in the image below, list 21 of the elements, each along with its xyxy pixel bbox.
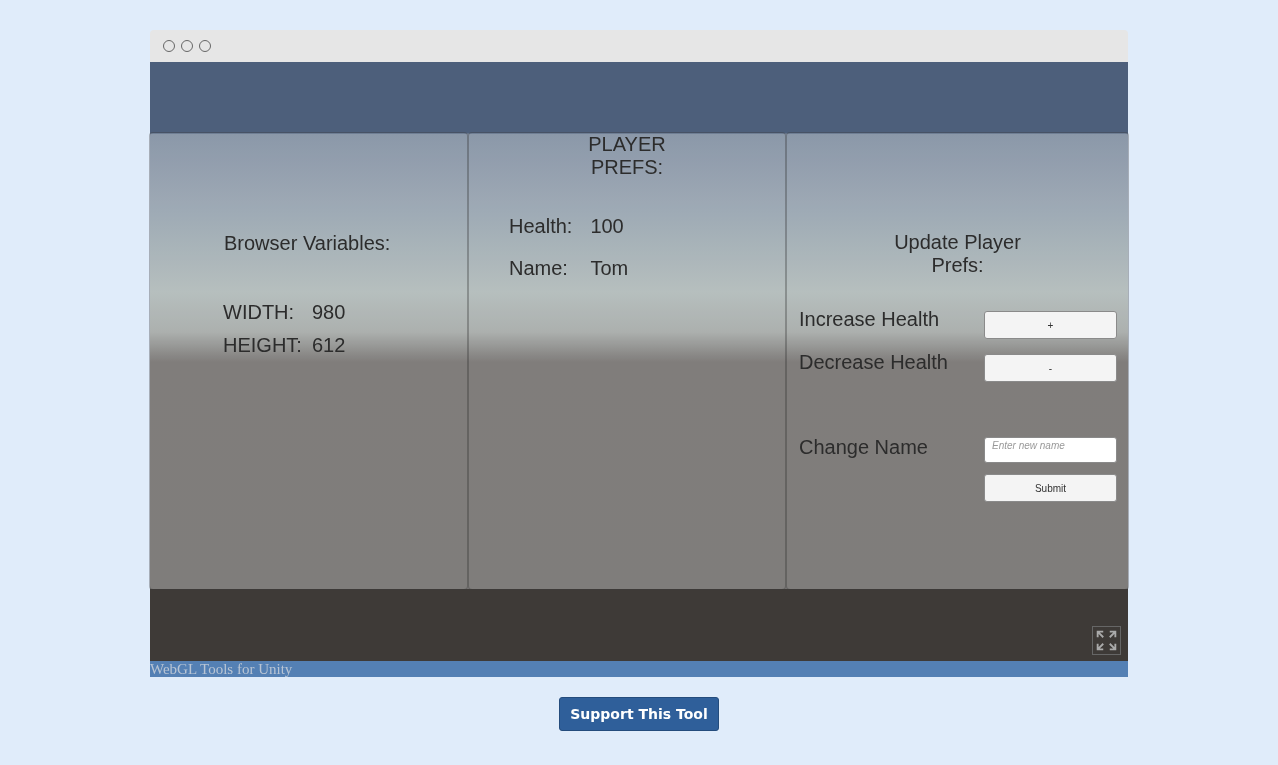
action-label: Decrease Health bbox=[799, 351, 949, 374]
panel-title: Update Player Prefs: bbox=[893, 231, 1022, 277]
pref-label: Health: bbox=[509, 215, 573, 238]
action-label: Change Name bbox=[799, 436, 929, 459]
panel-title: Browser Variables: bbox=[224, 232, 392, 255]
footer-label: WebGL Tools for Unity bbox=[150, 661, 293, 677]
pref-value: Tom bbox=[590, 257, 629, 280]
action-label: Increase Health bbox=[799, 308, 941, 331]
pref-value: 100 bbox=[590, 215, 625, 238]
pref-label: Name: bbox=[509, 257, 569, 280]
panel-title: PLAYER PREFS: bbox=[587, 133, 667, 179]
variable-value: 612 bbox=[311, 334, 346, 357]
support-button[interactable]: Support This Tool bbox=[559, 697, 719, 731]
variable-label: HEIGHT: bbox=[223, 334, 302, 357]
fullscreen-icon[interactable] bbox=[1092, 626, 1121, 655]
submit-button[interactable]: Submit bbox=[984, 474, 1117, 502]
action-button[interactable]: + bbox=[984, 311, 1117, 339]
variable-value: 980 bbox=[311, 301, 346, 324]
variable-label: WIDTH: bbox=[223, 301, 296, 324]
action-button[interactable]: - bbox=[984, 354, 1117, 382]
name-input-field[interactable]: Enter new name bbox=[984, 437, 1117, 463]
